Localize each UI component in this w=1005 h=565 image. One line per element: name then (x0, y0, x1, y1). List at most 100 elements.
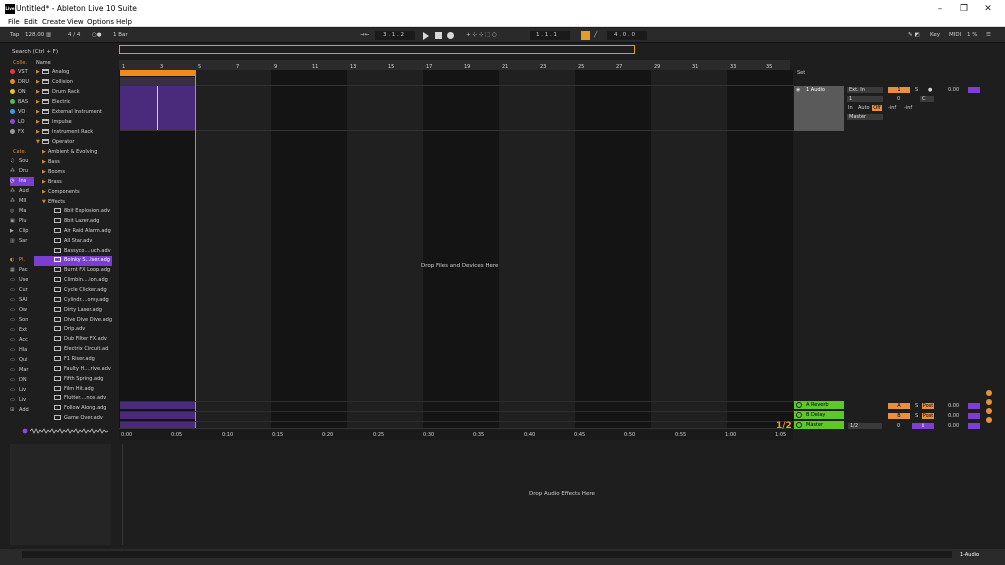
audio-track-lane[interactable] (120, 85, 794, 131)
return-track-lane[interactable] (120, 411, 794, 419)
selected-track-label[interactable]: 1-Audio (960, 552, 979, 558)
place-item[interactable]: ▦ Pac (10, 266, 34, 275)
browser-item-preset[interactable]: Dirty Laser.adg (54, 306, 102, 316)
track-volume-db[interactable]: 0.00 (948, 87, 959, 93)
track-activator-icon[interactable] (796, 412, 802, 418)
input-type-select[interactable]: Ext. In (847, 87, 883, 93)
category-clips[interactable]: ▶ Clip (10, 227, 34, 236)
collection-item[interactable]: VST (10, 68, 34, 77)
browser-item-preset[interactable]: Game Over.adv (54, 414, 103, 424)
category-samples[interactable]: ▥ Sar (10, 237, 34, 246)
browser-item-preset[interactable]: Drip.adv (54, 325, 85, 335)
return-a-db[interactable]: 0.00 (948, 403, 959, 409)
track-number-button[interactable]: 1 (888, 87, 910, 93)
pan-knob[interactable]: C (920, 96, 934, 102)
browser-item-preset[interactable]: Cylindr....omy.adg (54, 296, 109, 306)
return-b-letter[interactable]: B (888, 413, 910, 419)
output-select[interactable]: Master (847, 114, 883, 120)
name-column-header[interactable]: Name (36, 60, 51, 66)
browser-item-preset[interactable]: Dub Filter FX.adv (54, 335, 107, 345)
browser-item-preset[interactable]: Faulty H....rive.adv (54, 365, 111, 375)
return-b-post[interactable]: Post (922, 413, 934, 419)
add-folder-item[interactable]: ⊞ Add (10, 406, 34, 415)
time-signature-field[interactable]: 4 / 4 (68, 32, 80, 38)
monitor-auto[interactable]: Auto (858, 105, 870, 111)
close-button[interactable]: ✕ (978, 2, 998, 16)
category-sounds[interactable]: ♫ Sou (10, 157, 34, 166)
place-item[interactable]: ▭ Hla (10, 346, 34, 355)
category-midi-effects[interactable]: ⁂ MII (10, 197, 34, 206)
browser-item-folder[interactable]: ▶ Brass (42, 178, 62, 188)
browser-item-preset[interactable]: Electrix Circuit.ad (54, 345, 108, 355)
solo-button[interactable]: S (915, 413, 918, 419)
show-io-icon[interactable] (986, 399, 992, 405)
arrangement-overview[interactable] (119, 45, 635, 54)
collection-item[interactable]: DRU (10, 78, 34, 87)
browser-item-preset[interactable]: All Star.adv (54, 237, 92, 247)
return-a-letter[interactable]: A (888, 403, 910, 409)
browser-item-folder[interactable]: ▶ Instrument Rack (36, 128, 93, 138)
hamburger-icon[interactable]: ☰ (986, 32, 991, 38)
solo-button[interactable]: S (915, 403, 918, 409)
place-item[interactable]: ▭ Son (10, 316, 34, 325)
menu-help[interactable]: Help (116, 18, 132, 27)
place-item[interactable]: ▭ Acc (10, 336, 34, 345)
play-icon[interactable] (423, 32, 429, 40)
track-name[interactable]: 1 Audio (806, 87, 825, 93)
collection-item[interactable]: VO (10, 108, 34, 117)
browser-item-preset[interactable]: 8bit Explosion.adv (54, 207, 110, 217)
quantization-select[interactable]: 1 Bar (113, 32, 128, 38)
show-mixer-icon[interactable] (986, 417, 992, 423)
place-item[interactable]: ▭ Mar (10, 366, 34, 375)
place-item[interactable]: ▭ Use (10, 276, 34, 285)
browser-item-folder[interactable]: ▼ Operator (36, 138, 74, 148)
track-activator-icon[interactable] (796, 422, 802, 428)
collection-item[interactable]: FX (10, 128, 34, 137)
browser-item-folder[interactable]: ▶ Ambient & Evolving (42, 148, 97, 158)
return-b-db[interactable]: 0.00 (948, 413, 959, 419)
browser-item-preset[interactable]: F1 Riser.adg (54, 355, 95, 365)
browser-item-folder[interactable]: ▶ Collision (36, 78, 73, 88)
key-map-button[interactable]: Key (930, 32, 940, 38)
category-drums[interactable]: ⁂ Dru (10, 167, 34, 176)
browser-item-folder[interactable]: ▶ Analog (36, 68, 69, 78)
draw-mode-icon[interactable]: ╱ (594, 32, 597, 38)
minimize-button[interactable]: – (930, 2, 950, 16)
master-db[interactable]: 0.00 (948, 423, 959, 429)
browser-item-preset[interactable]: Climbin....ion.adg (54, 276, 108, 286)
place-item[interactable]: ▭ SAI (10, 296, 34, 305)
browser-item-preset[interactable]: Follow Along.adg (54, 404, 107, 414)
midi-map-button[interactable]: MIDI (949, 32, 961, 38)
category-audio-effects[interactable]: ⁂ Aud (10, 187, 34, 196)
track-activator-icon[interactable]: ◉ (796, 87, 800, 93)
category-max[interactable]: ◎ Ma (10, 207, 34, 216)
input-channel-select[interactable]: 1 (847, 96, 883, 102)
automation-arm-icon[interactable]: + ⊹ ⊹ ⬚ ○ (466, 32, 497, 38)
return-track-lane[interactable] (120, 401, 794, 409)
browser-item-folder[interactable]: ▶ Bass (42, 158, 60, 168)
arm-icon[interactable]: ● (928, 87, 932, 93)
menu-file[interactable]: File (8, 18, 20, 27)
browser-item-preset[interactable]: Air Raid Alarm.adg (54, 227, 111, 237)
overdub-icon[interactable]: ○● (92, 32, 102, 38)
show-returns-icon[interactable] (986, 390, 992, 396)
follow-icon[interactable]: →← (360, 32, 369, 38)
collection-item[interactable]: LO (10, 118, 34, 127)
master-post[interactable]: 0 (912, 423, 934, 429)
record-icon[interactable] (447, 32, 454, 39)
master-value[interactable]: 0 (897, 423, 900, 429)
pencil-icon[interactable]: ✎ ◩ (908, 32, 920, 38)
collection-item[interactable]: BAS (10, 98, 34, 107)
collection-item[interactable]: ON (10, 88, 34, 97)
browser-item-preset[interactable]: 8bit Lazer.adg (54, 217, 99, 227)
place-item[interactable]: ▭ Liv (10, 396, 34, 405)
place-item[interactable]: ▭ DN (10, 376, 34, 385)
browser-item-folder[interactable]: ▶ Impulse (36, 118, 72, 128)
loop-brace[interactable] (120, 70, 195, 76)
menu-edit[interactable]: Edit (24, 18, 38, 27)
monitor-in[interactable]: In (848, 105, 853, 111)
browser-item-preset[interactable]: Flutter....nce.adv (54, 394, 106, 404)
browser-item-preset[interactable]: Burnt FX Loop.adg (54, 266, 110, 276)
menu-options[interactable]: Options (87, 18, 114, 27)
browser-item-folder[interactable]: ▶ Booms (42, 168, 65, 178)
